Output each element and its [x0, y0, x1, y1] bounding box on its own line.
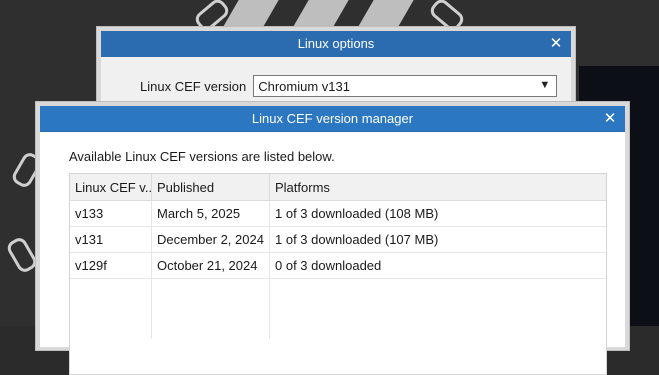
table-header: Linux CEF v... Published Platforms	[70, 174, 606, 201]
close-icon[interactable]: ✕	[547, 34, 565, 52]
cef-version-value: Chromium v131	[258, 78, 350, 94]
cell-published: October 21, 2024	[152, 253, 270, 278]
linux-options-title: Linux options	[297, 36, 375, 51]
column-header-published[interactable]: Published	[152, 174, 270, 200]
cef-version-row: Linux CEF version Chromium v131 ▼	[140, 75, 558, 97]
cell-published: March 5, 2025	[152, 201, 270, 226]
empty-cell	[70, 279, 152, 339]
cell-platforms: 1 of 3 downloaded (108 MB)	[275, 206, 439, 221]
empty-cell	[270, 279, 606, 339]
table-row[interactable]: v133 March 5, 2025 1 of 3 downloaded (10…	[70, 201, 606, 227]
cef-versions-table: Linux CEF v... Published Platforms v133 …	[69, 173, 607, 375]
cell-platforms: 0 of 3 downloaded	[275, 258, 382, 273]
empty-cell	[152, 279, 270, 339]
cell-platforms: 1 of 3 downloaded (107 MB)	[275, 232, 439, 247]
cef-manager-body: Available Linux CEF versions are listed …	[40, 132, 625, 375]
linux-options-titlebar: Linux options ✕	[101, 31, 571, 57]
cef-manager-title: Linux CEF version manager	[251, 111, 414, 126]
description-text: Available Linux CEF versions are listed …	[69, 149, 335, 164]
cell-version: v131	[70, 227, 152, 252]
cell-version: v129f	[70, 253, 152, 278]
cef-version-select[interactable]: Chromium v131 ▼	[253, 75, 558, 97]
table-row[interactable]: v129f October 21, 2024 0 of 3 downloaded	[70, 253, 606, 279]
cef-version-label: Linux CEF version	[140, 78, 247, 94]
cef-manager-window: Linux CEF version manager ✕ Available Li…	[36, 102, 629, 375]
cell-published: December 2, 2024	[152, 227, 270, 252]
chain-decoration	[4, 235, 40, 275]
column-header-version[interactable]: Linux CEF v...	[70, 174, 152, 200]
column-header-platforms[interactable]: Platforms	[270, 174, 606, 200]
table-empty-area	[70, 279, 606, 339]
chevron-down-icon: ▼	[539, 79, 551, 91]
cell-version: v133	[70, 201, 152, 226]
table-row[interactable]: v131 December 2, 2024 1 of 3 downloaded …	[70, 227, 606, 253]
close-icon[interactable]: ✕	[601, 109, 619, 127]
cef-manager-titlebar: Linux CEF version manager ✕	[40, 106, 625, 132]
